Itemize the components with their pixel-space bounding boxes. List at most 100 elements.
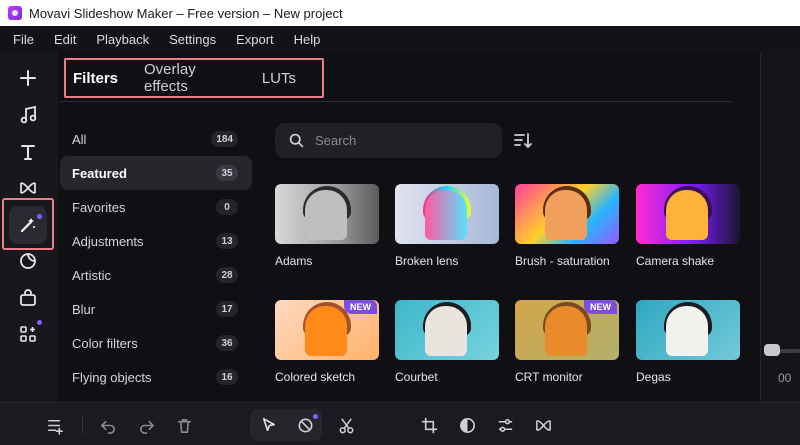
filter-thumbnail <box>636 300 740 360</box>
filter-card-adams[interactable]: Adams <box>275 184 381 268</box>
transition-bowtie-icon <box>20 182 36 194</box>
menu-playback[interactable]: Playback <box>96 32 149 47</box>
add-track-button[interactable] <box>42 412 68 438</box>
editing-toolbar <box>0 402 800 445</box>
tab-filters[interactable]: Filters <box>73 70 118 87</box>
filter-name: Colored sketch <box>275 370 356 384</box>
transition-bowtie-icon <box>535 419 551 431</box>
filter-thumbnail <box>275 184 379 244</box>
redo-button[interactable] <box>133 412 159 438</box>
clip-properties-button[interactable] <box>492 412 518 438</box>
category-artistic[interactable]: Artistic 28 <box>60 258 252 292</box>
split-button[interactable] <box>333 412 359 438</box>
category-list: All 184 Featured 35 Favorites 0 Adjustments… <box>60 122 252 394</box>
timeline-slider-thumb[interactable] <box>764 344 780 356</box>
filter-name: Brush - saturation <box>515 254 610 268</box>
sort-icon[interactable] <box>512 130 534 152</box>
category-count: 17 <box>216 301 238 317</box>
music-note-icon <box>20 105 37 124</box>
filter-name: Broken lens <box>395 254 459 268</box>
menu-export[interactable]: Export <box>236 32 274 47</box>
category-color-filters[interactable]: Color filters 36 <box>60 326 252 360</box>
store-button[interactable] <box>9 279 47 317</box>
search-icon <box>289 133 304 148</box>
crop-icon <box>421 417 437 433</box>
filter-name: CRT monitor <box>515 370 583 384</box>
category-flying-objects[interactable]: Flying objects 16 <box>60 360 252 394</box>
filter-thumbnail <box>395 184 499 244</box>
category-favorites[interactable]: Favorites 0 <box>60 190 252 224</box>
category-featured[interactable]: Featured 35 <box>60 156 252 190</box>
category-label: Color filters <box>72 335 138 351</box>
filter-card-brush-saturation[interactable]: Brush - saturation <box>515 184 621 268</box>
add-media-button[interactable] <box>9 59 47 97</box>
no-entry-icon <box>298 418 312 432</box>
tab-overlay-effects[interactable]: Overlay effects <box>144 61 236 95</box>
filter-card-colored-sketch[interactable]: NEW Colored sketch <box>275 300 381 384</box>
filter-thumbnail: NEW <box>275 300 379 360</box>
add-track-icon <box>47 419 63 435</box>
music-button[interactable] <box>9 96 47 134</box>
title-bar: Movavi Slideshow Maker – Free version – … <box>0 0 800 26</box>
category-all[interactable]: All 184 <box>60 122 252 156</box>
category-count: 28 <box>216 267 238 283</box>
search-box <box>275 123 502 158</box>
filter-thumbnail <box>515 184 619 244</box>
filter-name: Camera shake <box>636 254 715 268</box>
widgets-icon <box>20 326 36 342</box>
new-badge: NEW <box>344 300 377 314</box>
category-count: 16 <box>216 369 238 385</box>
filter-name: Adams <box>275 254 313 268</box>
filter-thumbnail <box>636 184 740 244</box>
category-count: 36 <box>216 335 238 351</box>
category-label: Artistic <box>72 267 111 283</box>
category-label: Blur <box>72 301 96 317</box>
window-title: Movavi Slideshow Maker – Free version – … <box>29 5 343 21</box>
menu-file[interactable]: File <box>13 32 34 47</box>
sticker-icon <box>20 253 36 269</box>
color-circle-icon <box>459 417 475 433</box>
transition-wizard-button[interactable] <box>530 412 556 438</box>
filter-card-camera-shake[interactable]: Camera shake <box>636 184 742 268</box>
crop-button[interactable] <box>416 412 442 438</box>
delete-button[interactable] <box>171 412 197 438</box>
scissors-icon <box>339 417 353 433</box>
toolbar-separator <box>82 416 83 434</box>
filter-card-crt-monitor[interactable]: NEW CRT monitor <box>515 300 621 384</box>
filter-thumbnail <box>395 300 499 360</box>
category-adjustments[interactable]: Adjustments 13 <box>60 224 252 258</box>
filter-name: Courbet <box>395 370 438 384</box>
category-count: 35 <box>216 165 238 181</box>
filters-button-highlight <box>2 198 54 250</box>
tab-divider <box>60 101 732 102</box>
category-count: 13 <box>216 233 238 249</box>
tab-luts[interactable]: LUTs <box>262 70 296 87</box>
redo-icon <box>139 420 154 434</box>
category-label: Featured <box>72 165 127 181</box>
new-dot-indicator <box>313 414 318 419</box>
sliders-icon <box>498 418 512 432</box>
undo-button[interactable] <box>95 412 121 438</box>
search-input[interactable] <box>315 133 485 148</box>
menu-edit[interactable]: Edit <box>54 32 76 47</box>
filter-thumbnail: NEW <box>515 300 619 360</box>
color-adjust-button[interactable] <box>454 412 480 438</box>
select-tool-button[interactable] <box>255 412 281 438</box>
trash-icon <box>177 418 191 433</box>
titles-button[interactable] <box>9 133 47 171</box>
menu-help[interactable]: Help <box>294 32 321 47</box>
category-label: Flying objects <box>72 369 152 385</box>
plus-icon <box>20 70 36 86</box>
category-count: 0 <box>216 199 238 215</box>
category-count: 184 <box>211 131 238 147</box>
time-readout: 00 <box>778 371 792 385</box>
category-blur[interactable]: Blur 17 <box>60 292 252 326</box>
filter-name: Degas <box>636 370 671 384</box>
app-logo-icon <box>8 6 22 20</box>
filter-card-courbet[interactable]: Courbet <box>395 300 501 384</box>
filter-card-degas[interactable]: Degas <box>636 300 742 384</box>
undo-icon <box>100 420 115 434</box>
menu-settings[interactable]: Settings <box>169 32 216 47</box>
filter-card-broken-lens[interactable]: Broken lens <box>395 184 501 268</box>
store-bag-icon <box>20 289 36 306</box>
